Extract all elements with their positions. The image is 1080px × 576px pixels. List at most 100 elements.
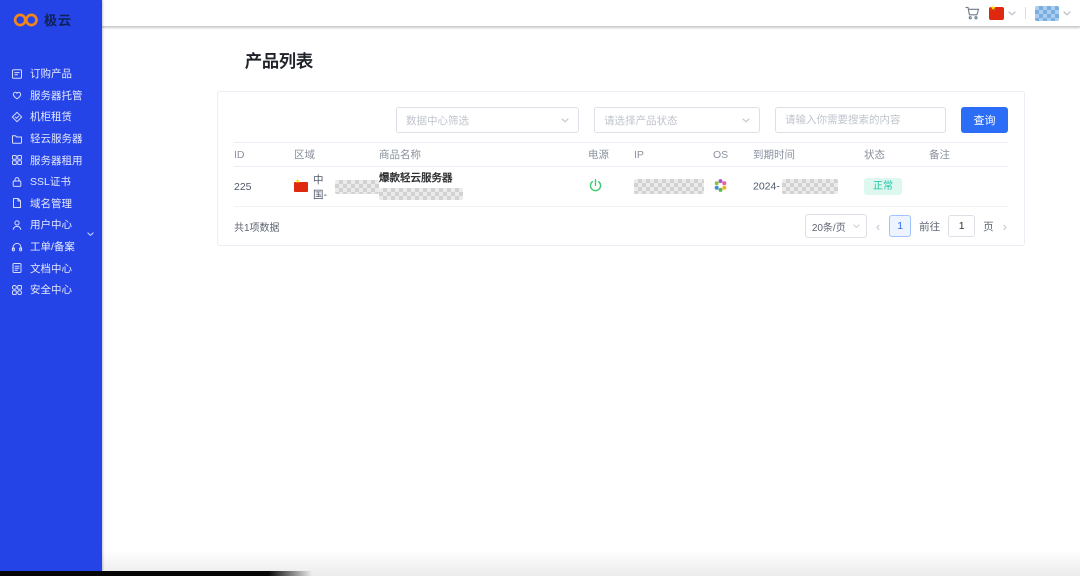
- page-title: 产品列表: [245, 47, 313, 72]
- page-size-value: 20条/页: [812, 219, 846, 234]
- query-button[interactable]: 查询: [961, 107, 1008, 133]
- cell-ip: [634, 167, 713, 207]
- shopping-cart-icon[interactable]: [965, 6, 980, 20]
- sidebar-item-ticket-record[interactable]: 工单/备案: [0, 236, 102, 258]
- goto-page-input[interactable]: [948, 215, 975, 237]
- sidebar-item-label: 服务器托管: [30, 88, 83, 103]
- main-content: 产品列表 数据中心筛选 请选择产品状态 查询: [102, 27, 1080, 576]
- sidebar-item-cabinet-rental[interactable]: 机柜租赁: [0, 106, 102, 128]
- infinity-cloud-icon: [12, 12, 40, 28]
- status-badge: 正常: [864, 178, 902, 195]
- chevron-down-icon: [742, 118, 750, 123]
- os-logo-pinwheel-icon: [713, 178, 728, 193]
- col-header-product-name: 商品名称: [379, 143, 588, 167]
- cell-status: 正常: [864, 167, 929, 207]
- product-status-select[interactable]: 请选择产品状态: [594, 107, 760, 133]
- search-input[interactable]: [775, 107, 946, 133]
- power-icon[interactable]: [588, 178, 603, 193]
- col-header-remark: 备注: [929, 143, 1008, 167]
- topbar: [102, 0, 1080, 27]
- sidebar-item-ssl-cert[interactable]: SSL证书: [0, 171, 102, 193]
- col-header-region: 区域: [294, 143, 379, 167]
- grid-icon: [11, 154, 23, 166]
- topbar-divider: [1025, 7, 1026, 19]
- sidebar-item-label: 域名管理: [30, 196, 72, 211]
- table-footer: 共1项数据 20条/页 ‹ 1 前往 页 ›: [234, 207, 1008, 245]
- cell-power: [588, 167, 634, 207]
- datacenter-select[interactable]: 数据中心筛选: [396, 107, 579, 133]
- page-size-select[interactable]: 20条/页: [805, 214, 867, 238]
- sidebar-item-label: 服务器租用: [30, 153, 83, 168]
- folder-icon: [11, 133, 23, 145]
- prev-page-button[interactable]: ‹: [875, 220, 881, 233]
- page-number-button[interactable]: 1: [889, 215, 911, 237]
- cell-id: 225: [234, 167, 294, 207]
- cell-region: 中国-: [294, 167, 379, 207]
- screen-edge-strip: [0, 571, 312, 576]
- chevron-down-icon: [853, 224, 860, 229]
- table-row: 225 中国- 爆款轻云服务器: [234, 167, 1008, 207]
- redacted-expiry: [782, 179, 838, 194]
- sidebar-menu: 订购产品 服务器托管 机柜租赁 轻云服务器: [0, 63, 102, 301]
- lock-icon: [11, 176, 23, 188]
- brand-logo[interactable]: 极云: [0, 0, 102, 30]
- sidebar-item-label: 工单/备案: [30, 239, 75, 254]
- file-icon: [11, 197, 23, 209]
- sidebar-item-label: 机柜租赁: [30, 109, 72, 124]
- headset-icon: [11, 241, 23, 253]
- chevron-down-icon: [561, 118, 569, 123]
- heart-icon: [11, 89, 23, 101]
- sidebar-item-server-rental[interactable]: 服务器租用: [0, 149, 102, 171]
- sidebar-item-light-cloud-server[interactable]: 轻云服务器: [0, 128, 102, 150]
- redacted-product-detail: [379, 188, 463, 200]
- security-grid-icon: [11, 284, 23, 296]
- document-icon: [11, 262, 23, 274]
- col-header-expiry: 到期时间: [753, 143, 864, 167]
- sidebar-item-label: 订购产品: [30, 66, 72, 81]
- china-flag-icon: [989, 7, 1004, 20]
- account-menu[interactable]: [1035, 6, 1071, 21]
- sidebar-item-label: SSL证书: [30, 174, 71, 189]
- product-status-placeholder: 请选择产品状态: [604, 113, 678, 128]
- cell-remark: [929, 167, 1008, 207]
- sidebar-item-user-center[interactable]: 用户中心: [0, 214, 102, 236]
- order-list-icon: [11, 68, 23, 80]
- sidebar-item-security-center[interactable]: 安全中心: [0, 279, 102, 301]
- cell-expiry: 2024-: [753, 167, 864, 207]
- datacenter-select-placeholder: 数据中心筛选: [406, 113, 469, 128]
- redacted-ip: [634, 179, 704, 194]
- next-page-button[interactable]: ›: [1002, 220, 1008, 233]
- sidebar-item-server-hosting[interactable]: 服务器托管: [0, 85, 102, 107]
- language-selector[interactable]: [989, 7, 1016, 20]
- sidebar-item-order-products[interactable]: 订购产品: [0, 63, 102, 85]
- sidebar-item-label: 文档中心: [30, 261, 72, 276]
- chevron-down-icon: [1008, 11, 1016, 16]
- product-name-text: 爆款轻云服务器: [379, 170, 588, 185]
- sidebar-item-doc-center[interactable]: 文档中心: [0, 257, 102, 279]
- china-flag-icon: [294, 182, 308, 192]
- product-table: ID 区域 商品名称 电源 IP OS 到期时间 状态 备注 225: [234, 142, 1008, 207]
- brand-name: 极云: [44, 10, 72, 29]
- page-unit-label: 页: [983, 219, 994, 234]
- sidebar-item-domain-management[interactable]: 域名管理: [0, 193, 102, 215]
- redacted-avatar: [1035, 6, 1059, 21]
- table-header-row: ID 区域 商品名称 电源 IP OS 到期时间 状态 备注: [234, 143, 1008, 167]
- total-count-text: 共1项数据: [234, 219, 280, 234]
- col-header-os: OS: [713, 143, 753, 167]
- col-header-id: ID: [234, 143, 294, 167]
- region-text: 中国-: [313, 172, 330, 202]
- chevron-down-icon: [1063, 11, 1071, 16]
- cell-product-name: 爆款轻云服务器: [379, 167, 588, 207]
- sidebar-item-label: 轻云服务器: [30, 131, 83, 146]
- user-icon: [11, 219, 23, 231]
- sidebar-item-label: 用户中心: [30, 217, 72, 232]
- redacted-region: [335, 180, 379, 194]
- col-header-ip: IP: [634, 143, 713, 167]
- filter-row: 数据中心筛选 请选择产品状态 查询: [234, 107, 1008, 133]
- cabinet-diamond-icon: [11, 111, 23, 123]
- expiry-text: 2024-: [753, 180, 780, 192]
- sidebar: 极云 订购产品 服务器托管 机柜租赁: [0, 0, 102, 571]
- product-list-card: 数据中心筛选 请选择产品状态 查询 ID: [217, 91, 1025, 246]
- sidebar-item-label: 安全中心: [30, 282, 72, 297]
- col-header-power: 电源: [588, 143, 634, 167]
